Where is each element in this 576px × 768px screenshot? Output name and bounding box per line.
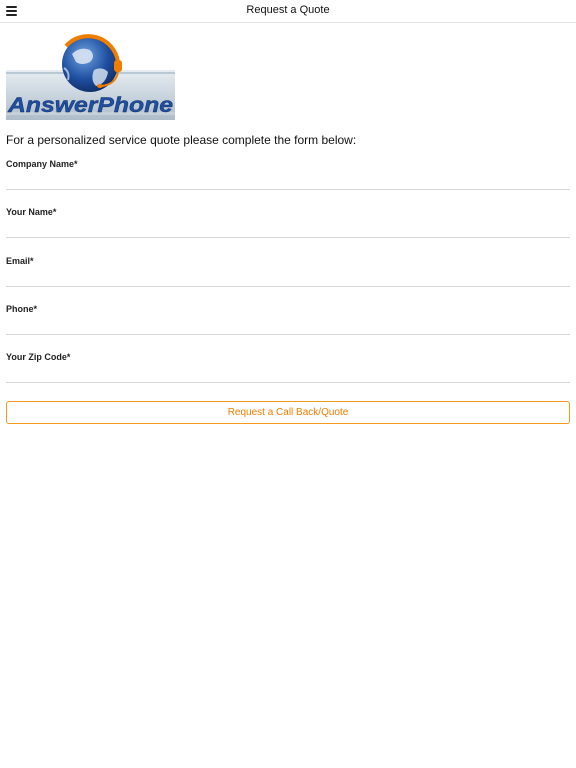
phone-label: Phone* xyxy=(6,304,38,314)
logo-brand-text-outline: AnswerPhone xyxy=(7,94,174,117)
company-name-label: Company Name* xyxy=(6,159,78,169)
phone-input[interactable] xyxy=(6,318,570,335)
email-field: Email* xyxy=(6,256,570,304)
request-call-back-button[interactable]: Request a Call Back/Quote xyxy=(6,401,570,424)
your-name-field: Your Name* xyxy=(6,207,570,255)
your-name-input[interactable] xyxy=(6,221,570,238)
phone-field: Phone* xyxy=(6,304,570,352)
your-name-label: Your Name* xyxy=(6,207,57,217)
zip-code-label: Your Zip Code* xyxy=(6,352,71,362)
top-navigation-bar: Request a Quote xyxy=(0,0,576,23)
zip-code-input[interactable] xyxy=(6,366,570,383)
company-name-field: Company Name* xyxy=(6,159,570,207)
page-title: Request a Quote xyxy=(246,4,330,16)
company-name-input[interactable] xyxy=(6,173,570,190)
intro-text: For a personalized service quote please … xyxy=(6,133,357,147)
answerphone-logo: AnswerPhone AnswerPhone xyxy=(6,34,175,120)
email-input[interactable] xyxy=(6,270,570,287)
zip-code-field: Your Zip Code* xyxy=(6,352,570,400)
email-label: Email* xyxy=(6,256,34,266)
